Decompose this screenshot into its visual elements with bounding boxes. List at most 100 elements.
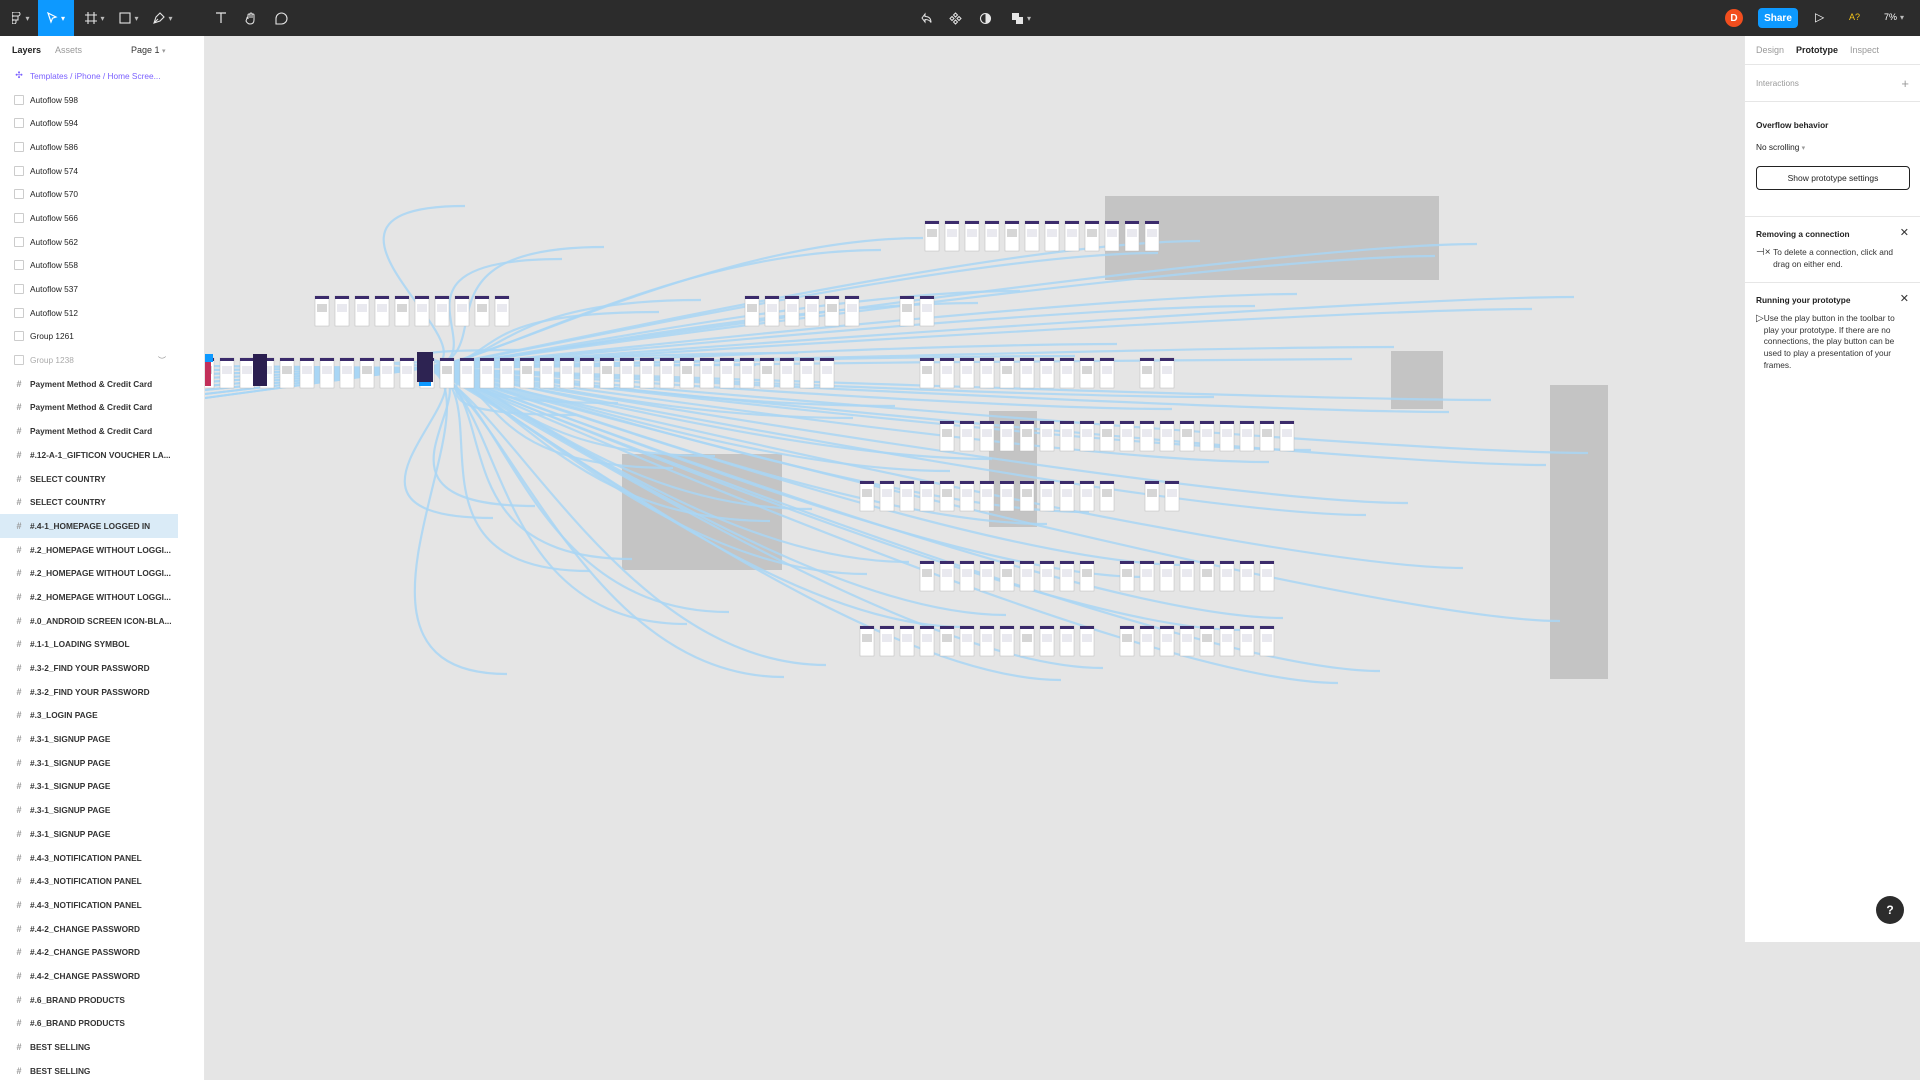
- present-play-icon[interactable]: ▷: [1815, 10, 1824, 24]
- tip-removing-body: To delete a connection, click and drag o…: [1773, 247, 1894, 269]
- layer-row[interactable]: # #.4-2_CHANGE PASSWORD: [0, 940, 204, 964]
- layer-row[interactable]: # Payment Method & Credit Card: [0, 372, 204, 396]
- layer-label: Payment Method & Credit Card: [30, 378, 153, 389]
- mini-frame-content: [682, 366, 692, 374]
- mini-frame-content: [1087, 229, 1097, 237]
- help-button[interactable]: ?: [1876, 896, 1904, 924]
- layer-row[interactable]: Autoflow 558: [0, 254, 204, 278]
- tip-removing-title: Removing a connection: [1756, 229, 1850, 239]
- layer-label: Autoflow 594: [30, 118, 78, 129]
- layer-row[interactable]: Autoflow 566: [0, 206, 204, 230]
- layer-row[interactable]: # #.2_HOMEPAGE WITHOUT LOGGI...: [0, 538, 204, 562]
- hand-tool-button[interactable]: [238, 0, 264, 36]
- layer-row[interactable]: # #.0_ANDROID SCREEN ICON-BLA...: [0, 609, 204, 633]
- design-canvas[interactable]: [205, 36, 1743, 1080]
- layer-row[interactable]: # #.3-1_SIGNUP PAGE: [0, 727, 204, 751]
- zoom-dropdown[interactable]: 7% ▾: [1884, 12, 1904, 22]
- layer-row[interactable]: Group 1261: [0, 325, 204, 349]
- tab-assets[interactable]: Assets: [55, 45, 82, 55]
- layer-row[interactable]: # #.3-2_FIND YOUR PASSWORD: [0, 656, 204, 680]
- mask-button[interactable]: [972, 0, 998, 36]
- layer-row[interactable]: # #.1-1_LOADING SYMBOL: [0, 633, 204, 657]
- page-selector[interactable]: Page 1 ▾: [131, 45, 166, 55]
- detach-instance-button[interactable]: [912, 0, 938, 36]
- layer-row[interactable]: # SELECT COUNTRY: [0, 490, 204, 514]
- tab-layers[interactable]: Layers: [12, 45, 41, 55]
- layer-row[interactable]: # #.3-1_SIGNUP PAGE: [0, 775, 204, 799]
- mini-frame-content: [1222, 429, 1232, 437]
- layer-row[interactable]: # #.3-2_FIND YOUR PASSWORD: [0, 680, 204, 704]
- layer-row[interactable]: Group 1238 ︶: [0, 348, 204, 372]
- layer-row[interactable]: # #.6_BRAND PRODUCTS: [0, 988, 204, 1012]
- layer-row[interactable]: # BEST SELLING: [0, 1059, 204, 1080]
- mini-frame-content: [722, 366, 732, 374]
- overflow-select[interactable]: No scrolling ▾: [1756, 142, 1910, 152]
- share-button[interactable]: Share: [1758, 8, 1798, 28]
- text-tool-button[interactable]: [208, 0, 234, 36]
- hidden-eye-icon[interactable]: ︶: [158, 355, 166, 366]
- mini-frame-content: [1147, 489, 1157, 497]
- frame-tool-button[interactable]: ▾: [80, 0, 110, 36]
- layer-row[interactable]: Autoflow 512: [0, 301, 204, 325]
- tab-design[interactable]: Design: [1756, 45, 1784, 55]
- layer-row[interactable]: Autoflow 562: [0, 230, 204, 254]
- layer-row[interactable]: Autoflow 598: [0, 88, 204, 112]
- user-avatar[interactable]: D: [1725, 9, 1743, 27]
- layer-row[interactable]: # #.3-1_SIGNUP PAGE: [0, 822, 204, 846]
- tab-inspect[interactable]: Inspect: [1850, 45, 1879, 55]
- mini-frame-header: [300, 358, 314, 361]
- layer-row[interactable]: # #.12-A-1_GIFTICON VOUCHER LA...: [0, 443, 204, 467]
- layer-row[interactable]: Autoflow 574: [0, 159, 204, 183]
- close-icon[interactable]: ✕: [1900, 226, 1909, 239]
- layer-row[interactable]: # Payment Method & Credit Card: [0, 419, 204, 443]
- close-icon[interactable]: ✕: [1900, 292, 1909, 305]
- layer-row[interactable]: # #.3-1_SIGNUP PAGE: [0, 798, 204, 822]
- overflow-section: Overflow behavior No scrolling ▾ Show pr…: [1745, 101, 1920, 216]
- mini-frame-content: [542, 366, 552, 374]
- layer-row[interactable]: Autoflow 594: [0, 111, 204, 135]
- layer-row[interactable]: ✣ Templates / iPhone / Home Scree...: [0, 64, 204, 88]
- mini-frame-header: [920, 626, 934, 629]
- layer-row[interactable]: # #.2_HOMEPAGE WITHOUT LOGGI...: [0, 585, 204, 609]
- mini-frame-header: [1000, 626, 1014, 629]
- add-interaction-plus-icon[interactable]: +: [1901, 76, 1909, 91]
- layer-row[interactable]: # Payment Method & Credit Card: [0, 396, 204, 420]
- mini-frame-header: [940, 358, 954, 361]
- layer-row[interactable]: # SELECT COUNTRY: [0, 467, 204, 491]
- layer-row[interactable]: # #.4-3_NOTIFICATION PANEL: [0, 869, 204, 893]
- boolean-ops-button[interactable]: ▾: [1004, 0, 1038, 36]
- layer-row[interactable]: # #.4-2_CHANGE PASSWORD: [0, 917, 204, 941]
- component-button[interactable]: [942, 0, 968, 36]
- mini-frame-header: [1260, 421, 1274, 424]
- comment-tool-button[interactable]: [268, 0, 294, 36]
- mini-frame-header: [1220, 421, 1234, 424]
- layer-row[interactable]: # #.4-3_NOTIFICATION PANEL: [0, 893, 204, 917]
- move-tool-button[interactable]: ▾: [38, 0, 74, 36]
- layer-row[interactable]: # #.4-3_NOTIFICATION PANEL: [0, 846, 204, 870]
- pen-tool-button[interactable]: ▾: [148, 0, 178, 36]
- layer-row[interactable]: # #.3-1_SIGNUP PAGE: [0, 751, 204, 775]
- layer-row[interactable]: # #.4-1_HOMEPAGE LOGGED IN: [0, 514, 178, 538]
- mini-frame-header: [1000, 358, 1014, 361]
- layer-row[interactable]: # #.3_LOGIN PAGE: [0, 704, 204, 728]
- main-menu-button[interactable]: ▾: [6, 0, 36, 36]
- frame-hash-icon: #: [16, 1042, 22, 1053]
- layer-label: #.3-2_FIND YOUR PASSWORD: [30, 663, 150, 674]
- font-check-button[interactable]: A?: [1849, 12, 1860, 22]
- layer-row[interactable]: Autoflow 537: [0, 277, 204, 301]
- mini-frame-content: [1082, 366, 1092, 374]
- tab-prototype[interactable]: Prototype: [1796, 45, 1838, 55]
- shape-tool-button[interactable]: ▾: [114, 0, 144, 36]
- cursor-arrow-icon: [47, 12, 58, 24]
- mini-frame-content: [1042, 634, 1052, 642]
- layer-row[interactable]: # BEST SELLING: [0, 1035, 204, 1059]
- layer-row[interactable]: Autoflow 570: [0, 182, 204, 206]
- layer-row[interactable]: # #.2_HOMEPAGE WITHOUT LOGGI...: [0, 561, 204, 585]
- layer-row[interactable]: Autoflow 586: [0, 135, 204, 159]
- play-icon: ▷: [1756, 313, 1764, 324]
- mini-frame-content: [1242, 569, 1252, 577]
- show-prototype-settings-button[interactable]: Show prototype settings: [1756, 166, 1910, 190]
- layer-row[interactable]: # #.4-2_CHANGE PASSWORD: [0, 964, 204, 988]
- layer-row[interactable]: # #.6_BRAND PRODUCTS: [0, 1012, 204, 1036]
- prototype-start-flag: [205, 354, 213, 362]
